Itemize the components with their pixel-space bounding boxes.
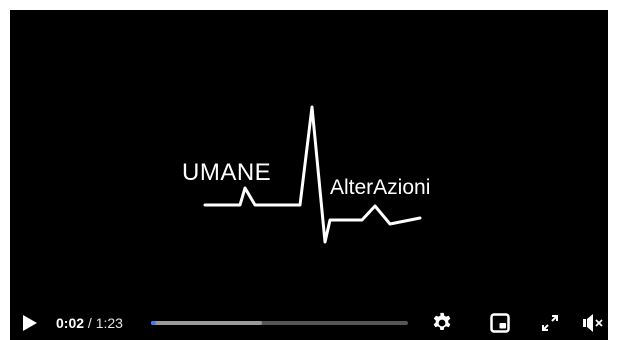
duration: 1:23 xyxy=(95,315,123,331)
current-time: 0:02 xyxy=(56,315,85,331)
settings-button[interactable] xyxy=(429,306,455,340)
picture-in-picture-button[interactable] xyxy=(487,306,513,340)
umane-alterazioni-logo: UMANE AlterAzioni xyxy=(10,10,608,306)
play-icon xyxy=(23,315,37,331)
muted-speaker-icon xyxy=(583,314,603,332)
time-display: 0:02 / 1:23 xyxy=(56,306,123,340)
video-player[interactable]: UMANE AlterAzioni 0:02 / 1:23 xyxy=(10,10,608,340)
logo-word-alterazioni: AlterAzioni xyxy=(330,176,430,199)
progress-buffered xyxy=(151,321,262,325)
fullscreen-button[interactable] xyxy=(537,306,563,340)
progress-played xyxy=(151,321,157,325)
logo-word-umane: UMANE xyxy=(182,159,271,186)
video-frame[interactable]: UMANE AlterAzioni xyxy=(10,10,608,306)
time-separator: / xyxy=(84,315,96,331)
play-button[interactable] xyxy=(18,306,42,340)
picture-in-picture-icon xyxy=(490,313,510,333)
control-bar: 0:02 / 1:23 xyxy=(10,306,608,340)
mute-button[interactable] xyxy=(580,306,606,340)
progress-bar[interactable] xyxy=(151,321,408,325)
gear-icon xyxy=(433,312,451,331)
fullscreen-icon xyxy=(542,315,558,331)
